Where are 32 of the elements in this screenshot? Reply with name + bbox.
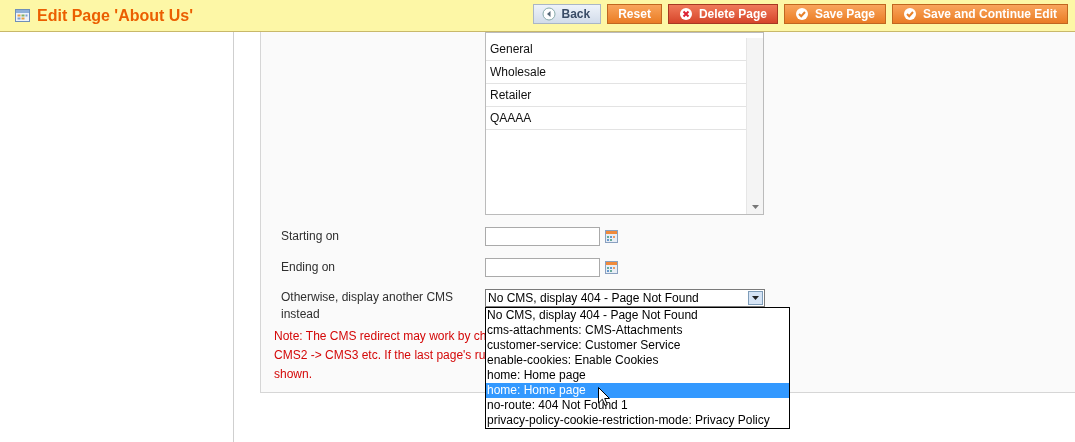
list-item[interactable]: QAAAA bbox=[486, 107, 746, 130]
date-field[interactable] bbox=[485, 258, 600, 277]
checkmark-icon bbox=[903, 6, 917, 21]
date-field[interactable] bbox=[485, 227, 600, 246]
field-label: Otherwise, display another CMS instead bbox=[281, 289, 455, 323]
dropdown-option[interactable]: home: Home page bbox=[486, 368, 789, 383]
list-item[interactable]: Wholesale bbox=[486, 61, 746, 84]
calendar-icon[interactable] bbox=[605, 230, 618, 243]
user-groups-list[interactable]: General Wholesale Retailer QAAAA bbox=[485, 32, 764, 215]
dropdown-arrow-icon bbox=[752, 296, 759, 300]
page-title: Edit Page 'About Us' bbox=[37, 6, 194, 25]
scrollbar[interactable] bbox=[746, 38, 763, 214]
dropdown-option[interactable]: cms-attachments: CMS-Attachments bbox=[486, 323, 789, 338]
dropdown-option[interactable]: privacy-policy-cookie-restriction-mode: Privacy Policy bbox=[486, 413, 789, 428]
list-item[interactable]: Retailer bbox=[486, 84, 746, 107]
note-text: shown. bbox=[274, 366, 313, 383]
dropdown-option[interactable]: No CMS, display 404 - Page Not Found bbox=[486, 308, 789, 323]
list-item[interactable]: General bbox=[486, 38, 746, 61]
header-button[interactable]: Delete Page bbox=[667, 3, 778, 24]
note-text: CMS2 -> CMS3 etc. If the last page's ru bbox=[274, 347, 486, 364]
cancel-icon bbox=[678, 6, 693, 21]
cms-page-select[interactable]: No CMS, display 404 - Page Not Found bbox=[485, 289, 765, 307]
field-label: Ending on bbox=[281, 259, 337, 276]
header-button[interactable]: Back bbox=[532, 3, 602, 24]
dropdown-option[interactable]: customer-service: Customer Service bbox=[486, 338, 789, 353]
scroll-down-icon[interactable] bbox=[752, 205, 759, 209]
field-label: Starting on bbox=[281, 228, 341, 245]
dropdown-option[interactable]: enable-cookies: Enable Cookies bbox=[486, 353, 789, 368]
page-grid-icon bbox=[15, 9, 30, 22]
calendar-icon[interactable] bbox=[605, 261, 618, 274]
checkmark-icon bbox=[794, 6, 809, 21]
dropdown-option[interactable]: no-route: 404 Not Found 1 bbox=[486, 398, 789, 413]
